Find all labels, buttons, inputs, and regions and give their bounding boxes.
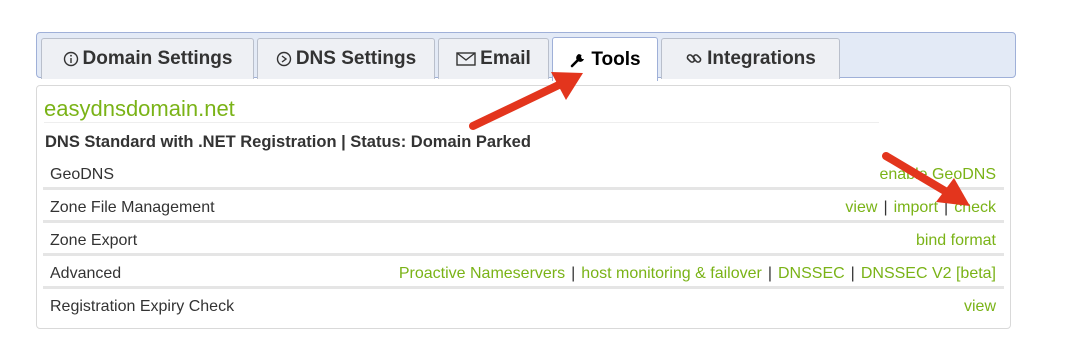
row-label: Zone File Management <box>50 199 215 216</box>
tab-integrations[interactable]: Integrations <box>661 38 840 79</box>
link-icon <box>685 50 703 68</box>
row-label: Advanced <box>50 265 122 282</box>
row-links: view | import | check <box>845 199 996 217</box>
row-label: GeoDNS <box>50 166 115 183</box>
row-links: Proactive Nameservers | host monitoring & … <box>399 265 996 283</box>
tab-label: Tools <box>591 48 641 70</box>
tab-domain-settings[interactable]: Domain Settings <box>41 38 254 79</box>
row-advanced: Advanced Proactive Nameservers | host moni… <box>43 259 1004 289</box>
row-label: Zone Export <box>50 232 138 249</box>
row-registration-expiry: Registration Expiry Check view <box>43 292 1004 322</box>
separator: | <box>571 265 576 282</box>
bind-format-link[interactable]: bind format <box>916 232 996 249</box>
separator: | <box>850 265 855 282</box>
separator: | <box>944 199 949 216</box>
divider <box>44 122 879 123</box>
row-links: bind format <box>916 232 996 250</box>
tab-label: DNS Settings <box>295 48 417 69</box>
domain-title: easydnsdomain.net <box>44 96 235 121</box>
info-icon <box>63 51 79 67</box>
separator: | <box>767 265 772 282</box>
row-zone-file-management: Zone File Management view | import | check <box>43 193 1004 223</box>
tools-panel: easydnsdomain.net DNS Standard with .NET… <box>36 85 1011 329</box>
expiry-view-link[interactable]: view <box>964 298 996 315</box>
dnssec-v2-link[interactable]: DNSSEC V2 [beta] <box>861 265 996 282</box>
proactive-nameservers-link[interactable]: Proactive Nameservers <box>399 265 565 282</box>
row-label: Registration Expiry Check <box>50 298 235 315</box>
zone-import-link[interactable]: import <box>894 199 938 216</box>
row-zone-export: Zone Export bind format <box>43 226 1004 256</box>
row-links: enable GeoDNS <box>879 166 996 184</box>
dnssec-link[interactable]: DNSSEC <box>778 265 845 282</box>
row-geodns: GeoDNS enable GeoDNS <box>43 160 1004 190</box>
enable-geodns-link[interactable]: enable GeoDNS <box>879 166 996 183</box>
tab-bar: Domain Settings DNS Settings Email Tools… <box>36 32 1016 81</box>
tab-tools[interactable]: Tools <box>552 37 658 81</box>
plan-status: DNS Standard with .NET Registration | St… <box>45 133 531 151</box>
row-links: view <box>964 298 996 316</box>
envelope-icon <box>456 52 476 66</box>
separator: | <box>883 199 888 216</box>
tab-email[interactable]: Email <box>438 38 549 79</box>
tab-label: Domain Settings <box>82 48 233 69</box>
zone-check-link[interactable]: check <box>954 199 996 216</box>
tab-dns-settings[interactable]: DNS Settings <box>257 38 435 79</box>
tab-label: Email <box>480 48 531 69</box>
host-monitoring-link[interactable]: host monitoring & failover <box>581 265 762 282</box>
dns-icon <box>276 51 292 67</box>
wrench-icon <box>569 51 587 69</box>
tab-label: Integrations <box>707 48 816 69</box>
zone-view-link[interactable]: view <box>845 199 877 216</box>
